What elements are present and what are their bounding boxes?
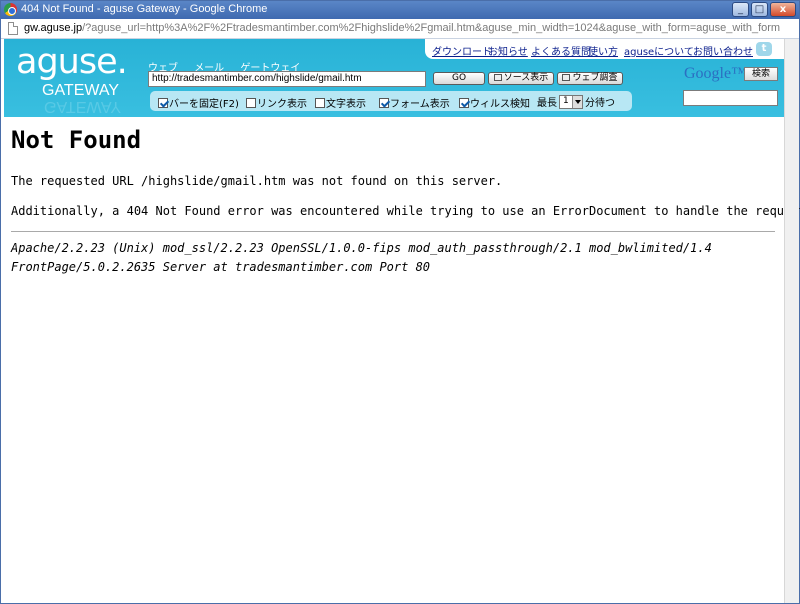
google-logo: Google™ — [684, 65, 747, 82]
wait-time-select[interactable]: 1 — [559, 95, 583, 109]
url-domain: gw.aguse.jp — [24, 22, 83, 34]
web-check-icon — [562, 74, 571, 81]
virus-detection-label: ウィルス検知 — [470, 99, 530, 110]
source-icon — [493, 74, 502, 81]
aguse-logo[interactable]: aguse. — [16, 45, 128, 80]
view-source-label: ソース表示 — [503, 73, 549, 83]
wait-suffix-label: 分待つ — [585, 98, 615, 109]
gateway-logo-reflection: GATEWAY — [44, 98, 122, 115]
gateway-logo-text: GATEWAY — [42, 82, 120, 99]
fix-bar-checkbox[interactable] — [158, 98, 168, 108]
top-links: ダウンロード お知らせ よくある質問 使い方 aguseについて お問い合わせ — [425, 39, 784, 59]
chevron-down-icon — [572, 96, 582, 108]
gateway-options: バーを固定(F2) リンク表示 文字表示 フォーム表示 ウィルス検知 最長 1 分待… — [150, 91, 632, 111]
target-url-input[interactable]: http://tradesmantimber.com/highslide/gma… — [148, 71, 426, 87]
show-text-label: 文字表示 — [326, 99, 366, 110]
show-text-checkbox[interactable] — [315, 98, 325, 108]
web-check-button[interactable]: ウェブ調査 — [557, 72, 623, 85]
virus-detection-checkbox[interactable] — [459, 98, 469, 108]
google-search-input[interactable] — [683, 90, 778, 106]
server-signature: Apache/2.2.23 (Unix) mod_ssl/2.2.23 Open… — [11, 241, 712, 274]
fix-bar-label: バーを固定(F2) — [169, 99, 239, 110]
fix-bar-option[interactable]: バーを固定(F2) — [158, 95, 239, 110]
title-bar: 404 Not Found - aguse Gateway - Google C… — [1, 1, 799, 19]
show-text-option[interactable]: 文字表示 — [315, 95, 366, 110]
show-links-checkbox[interactable] — [246, 98, 256, 108]
show-links-option[interactable]: リンク表示 — [246, 95, 307, 110]
max-wait-label: 最長 — [537, 98, 557, 109]
additional-error-message: Additionally, a 404 Not Found error was … — [11, 204, 800, 218]
page-title: Not Found — [11, 126, 142, 154]
browser-window: 404 Not Found - aguse Gateway - Google C… — [0, 0, 800, 604]
page-icon — [8, 22, 18, 35]
wait-time-value: 1 — [563, 96, 569, 106]
contact-link[interactable]: お問い合わせ — [693, 43, 753, 58]
twitter-bird-icon[interactable]: t — [756, 42, 772, 56]
url-display[interactable]: gw.aguse.jp/?aguse_url=http%3A%2F%2Ftrad… — [24, 22, 780, 34]
howto-link[interactable]: 使い方 — [588, 43, 618, 58]
page-content: Not Found The requested URL /highslide/g… — [11, 117, 800, 597]
view-source-button[interactable]: ソース表示 — [488, 72, 554, 85]
download-link[interactable]: ダウンロード — [432, 43, 492, 58]
google-search-button[interactable]: 検索 — [744, 67, 778, 81]
chrome-logo-icon — [4, 3, 17, 16]
aguse-gateway-bar: aguse. GATEWAY GATEWAY ウェブ メール ゲートウェイ ht… — [4, 39, 784, 117]
go-button[interactable]: GO — [433, 72, 485, 85]
about-link[interactable]: aguseについて — [624, 43, 694, 58]
error-message: The requested URL /highslide/gmail.htm w… — [11, 174, 503, 188]
faq-link[interactable]: よくある質問 — [531, 43, 591, 58]
show-forms-option[interactable]: フォーム表示 — [379, 95, 450, 110]
show-links-label: リンク表示 — [257, 99, 307, 110]
web-check-label: ウェブ調査 — [572, 73, 618, 83]
divider — [11, 231, 775, 232]
wait-time-option: 最長 1 分待つ — [537, 94, 615, 109]
window-title: 404 Not Found - aguse Gateway - Google C… — [21, 3, 268, 15]
url-path: /?aguse_url=http%3A%2F%2Ftradesmantimber… — [82, 22, 781, 34]
vertical-scrollbar[interactable] — [784, 39, 799, 603]
maximize-button[interactable]: □ — [751, 2, 768, 17]
close-button[interactable]: x — [770, 2, 796, 17]
virus-detection-option[interactable]: ウィルス検知 — [459, 95, 530, 110]
address-bar[interactable]: gw.aguse.jp/?aguse_url=http%3A%2F%2Ftrad… — [1, 19, 799, 39]
news-link[interactable]: お知らせ — [488, 43, 528, 58]
show-forms-label: フォーム表示 — [390, 99, 450, 110]
minimize-button[interactable]: _ — [732, 2, 749, 17]
show-forms-checkbox[interactable] — [379, 98, 389, 108]
